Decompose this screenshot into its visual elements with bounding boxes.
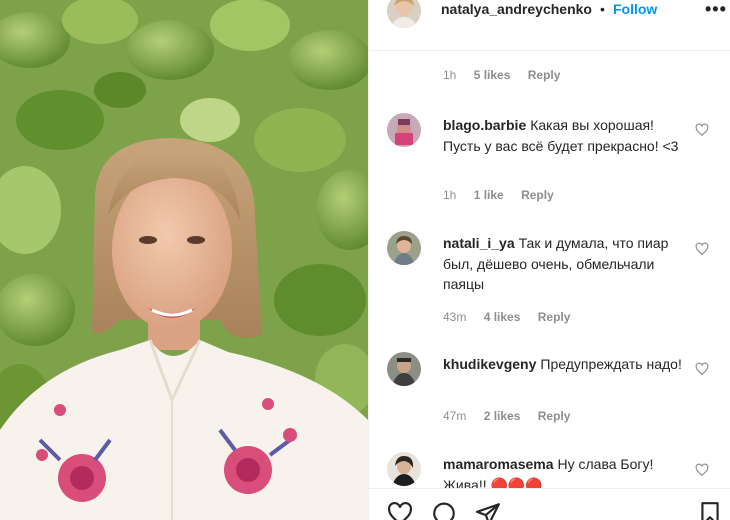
comments-panel: natalya_andreychenko • Follow ••• 1h 5 l… xyxy=(368,0,730,520)
header-separator: • xyxy=(600,1,605,17)
more-options-icon[interactable]: ••• xyxy=(705,0,727,20)
follow-button[interactable]: Follow xyxy=(613,1,657,17)
heart-icon[interactable] xyxy=(695,362,709,376)
author-avatar-image xyxy=(387,0,421,28)
comment-likes[interactable]: 4 likes xyxy=(484,310,521,324)
share-icon[interactable] xyxy=(475,501,501,520)
commenter-avatar-image xyxy=(387,231,421,265)
header-divider xyxy=(369,50,730,51)
post-image xyxy=(0,0,368,520)
post-header: natalya_andreychenko • Follow ••• xyxy=(369,0,730,30)
commenter-avatar[interactable] xyxy=(387,113,421,147)
comment-body: Предупреждать надо! xyxy=(540,356,682,372)
author-username[interactable]: natalya_andreychenko xyxy=(441,1,592,17)
comment-meta: 43m 4 likes Reply xyxy=(443,310,584,324)
comment-text: blago.barbie Какая вы хорошая! Пусть у ва… xyxy=(443,115,683,156)
commenter-avatar[interactable] xyxy=(387,452,421,486)
caption-time: 1h xyxy=(443,68,457,82)
comment-likes[interactable]: 2 likes xyxy=(484,409,521,423)
comment-time: 47m xyxy=(443,409,467,423)
commenter-avatar-image xyxy=(387,352,421,386)
comment-meta: 1h 1 like Reply xyxy=(443,188,568,202)
post-action-bar xyxy=(369,488,730,520)
comment-reply-button[interactable]: Reply xyxy=(521,188,554,202)
bookmark-icon[interactable] xyxy=(697,501,723,520)
comment-icon[interactable] xyxy=(431,501,457,520)
caption-reply-button[interactable]: Reply xyxy=(528,68,561,82)
comment-time: 1h xyxy=(443,188,457,202)
commenter-avatar[interactable] xyxy=(387,231,421,265)
commenter-avatar[interactable] xyxy=(387,352,421,386)
heart-icon[interactable] xyxy=(695,463,709,477)
comment-username[interactable]: blago.barbie xyxy=(443,117,526,133)
caption-likes[interactable]: 5 likes xyxy=(474,68,511,82)
comment-reply-button[interactable]: Reply xyxy=(538,310,571,324)
comment-likes[interactable]: 1 like xyxy=(474,188,504,202)
heart-icon[interactable] xyxy=(695,242,709,256)
heart-icon[interactable] xyxy=(387,501,413,520)
commenter-avatar-image xyxy=(387,113,421,147)
comment-text: khudikevgeny Предупреждать надо! xyxy=(443,354,683,375)
commenter-avatar-image xyxy=(387,452,421,486)
heart-icon[interactable] xyxy=(695,123,709,137)
comment-text: natali_i_ya Так и думала, что пиар был, д… xyxy=(443,233,683,295)
comment-username[interactable]: mamaromasema xyxy=(443,456,554,472)
comment-username[interactable]: natali_i_ya xyxy=(443,235,515,251)
comment-username[interactable]: khudikevgeny xyxy=(443,356,536,372)
caption-meta: 1h 5 likes Reply xyxy=(443,68,574,82)
author-avatar[interactable] xyxy=(387,0,421,28)
comment-meta: 47m 2 likes Reply xyxy=(443,409,584,423)
comment-reply-button[interactable]: Reply xyxy=(538,409,571,423)
comment-time: 43m xyxy=(443,310,467,324)
